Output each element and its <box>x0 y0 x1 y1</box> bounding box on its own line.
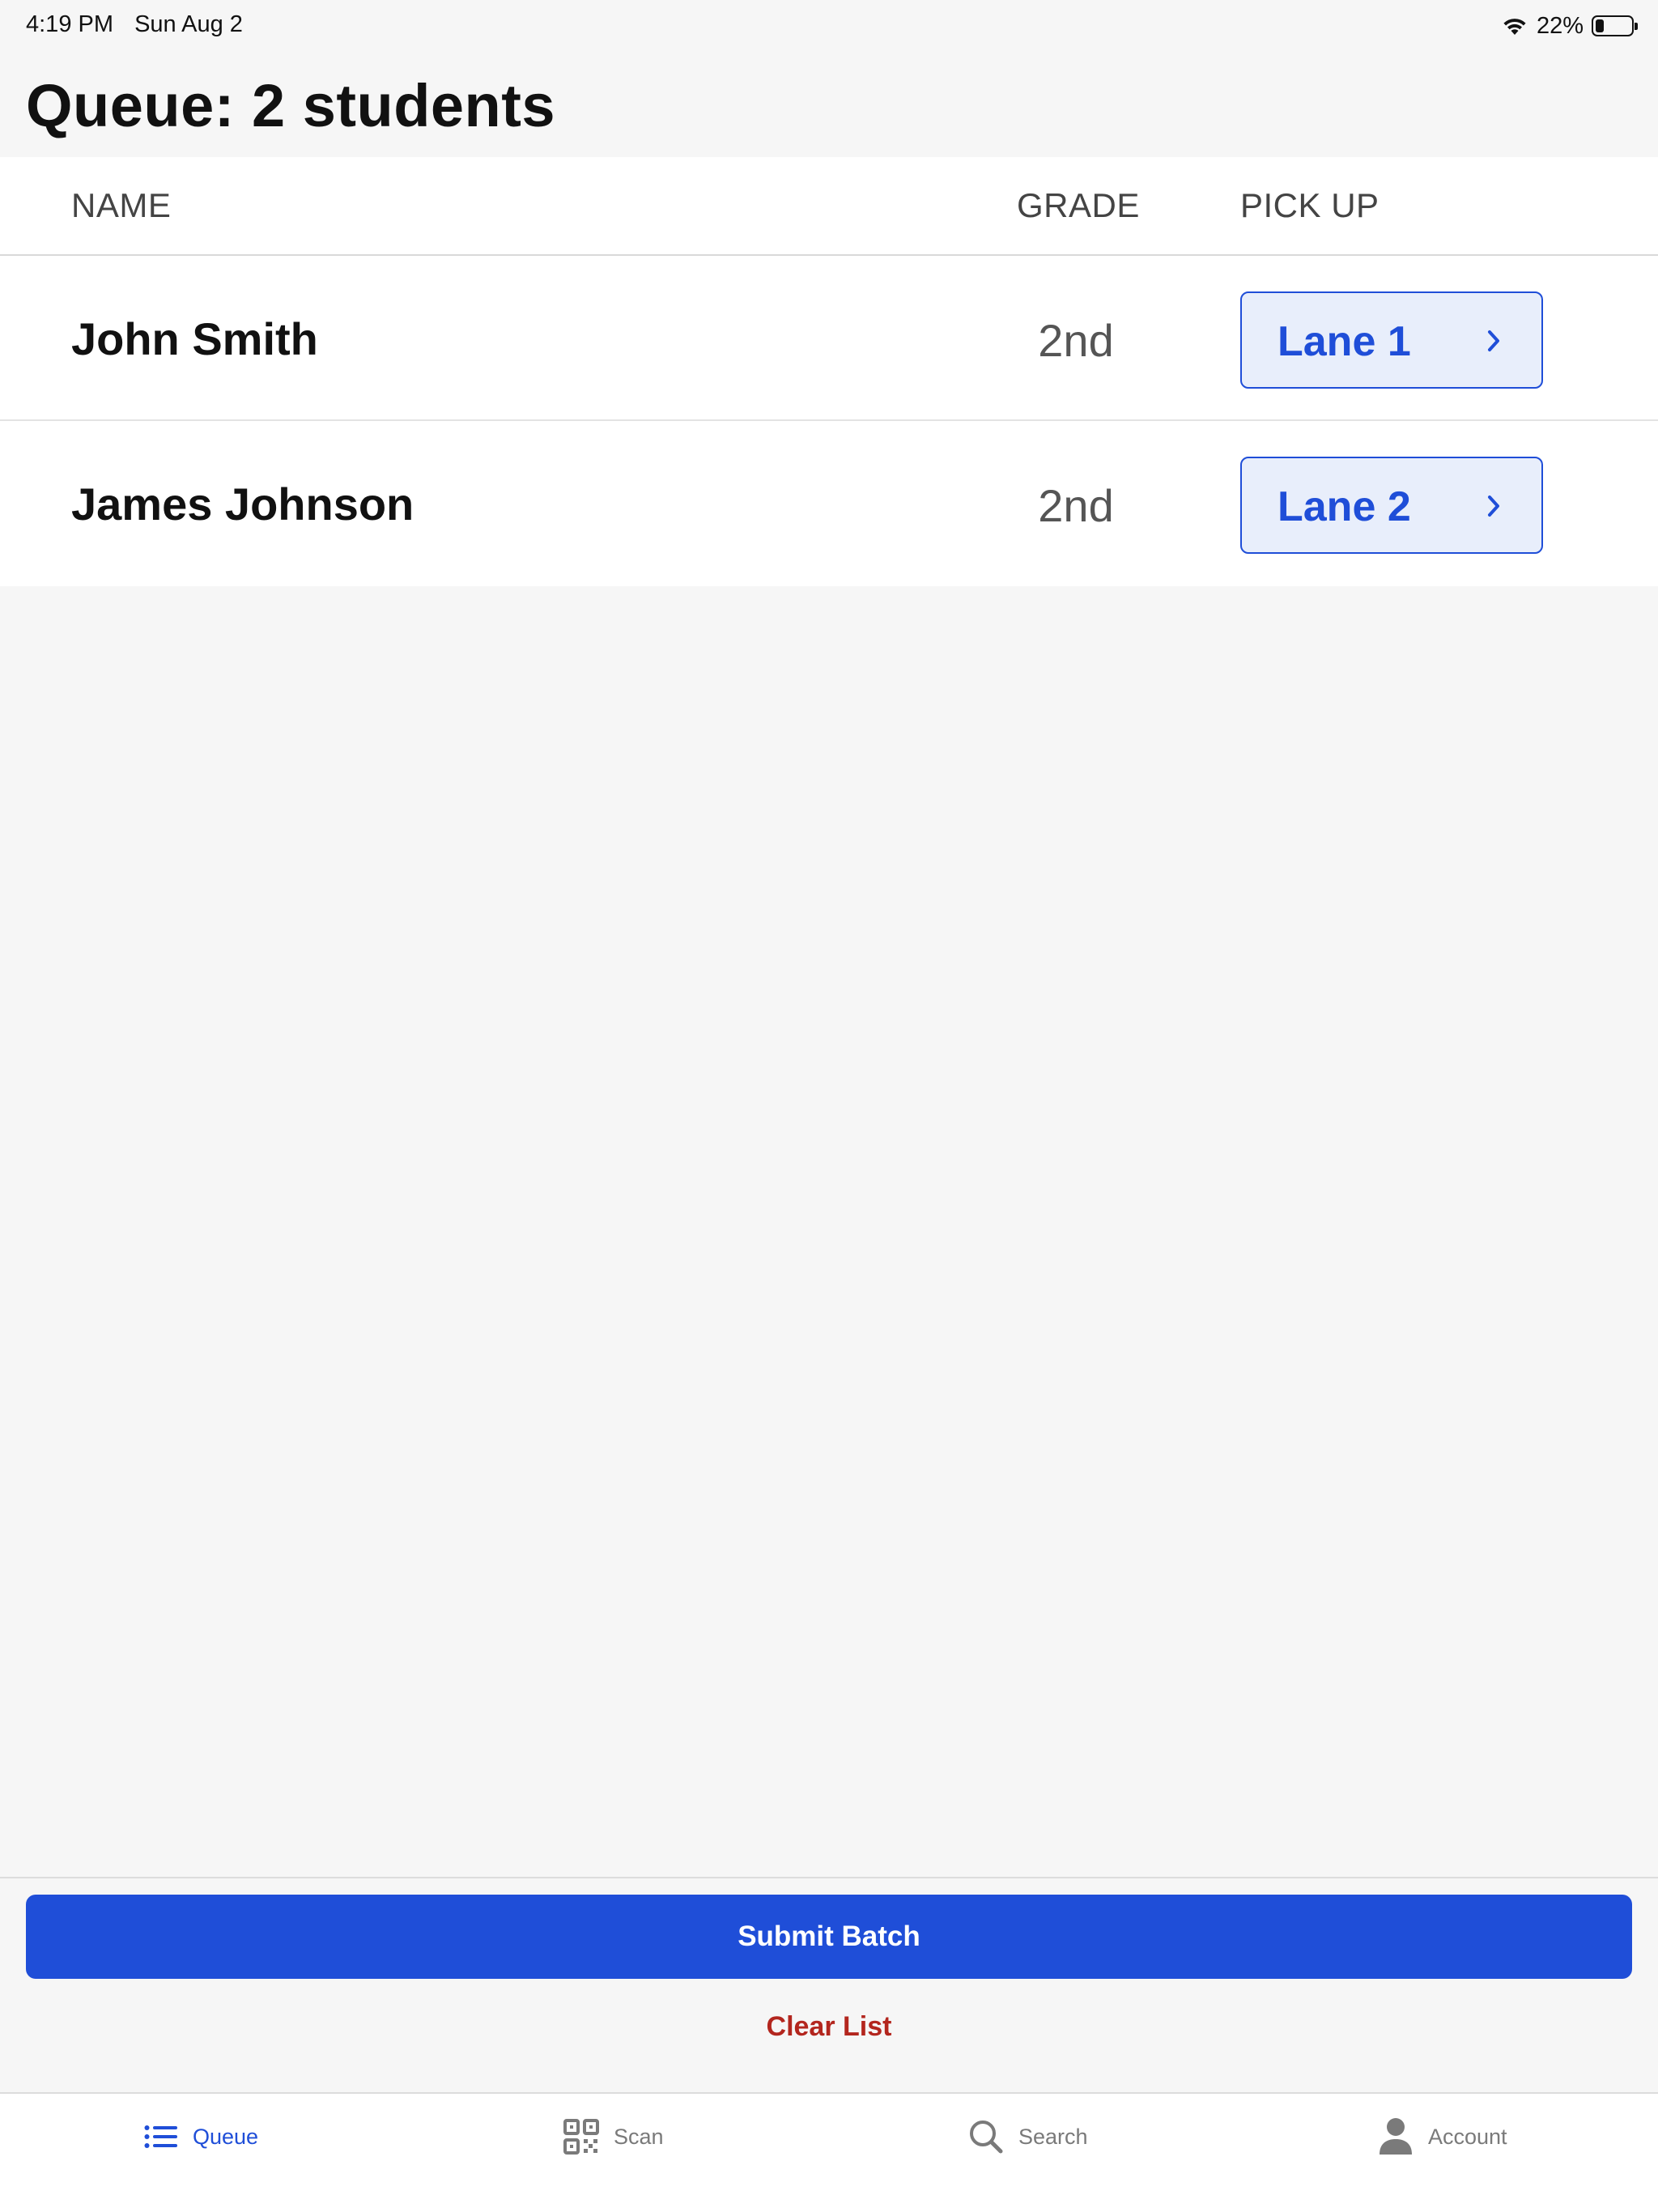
queue-screen: 4:19 PM Sun Aug 2 22% Queue: 2 students … <box>0 0 1658 2212</box>
table-header: NAME GRADE PICK UP <box>0 157 1658 256</box>
submit-batch-button[interactable]: Submit Batch <box>26 1895 1632 1979</box>
battery-icon <box>1592 15 1638 36</box>
table-row: James Johnson 2nd Lane 2 <box>0 421 1658 586</box>
column-header-grade: GRADE <box>1017 186 1140 224</box>
battery-percent: 22% <box>1536 12 1584 39</box>
table-row: John Smith 2nd Lane 1 <box>0 256 1658 421</box>
queue-table: NAME GRADE PICK UP John Smith 2nd Lane 1… <box>0 157 1658 586</box>
search-icon <box>970 2121 1003 2154</box>
tab-scan[interactable]: Scan <box>563 2115 664 2159</box>
list-icon <box>144 2125 177 2148</box>
pickup-lane-button[interactable]: Lane 1 <box>1240 291 1543 389</box>
column-header-pickup: PICK UP <box>1240 186 1380 224</box>
status-right: 22% <box>1501 11 1638 40</box>
battery-level <box>1596 19 1604 32</box>
tab-label: Search <box>1018 2124 1088 2149</box>
wifi-icon <box>1503 19 1526 35</box>
status-bar: 4:19 PM Sun Aug 2 22% <box>0 0 1658 52</box>
tab-label: Queue <box>193 2124 259 2149</box>
chevron-right-icon <box>1488 496 1499 517</box>
pickup-lane-label: Lane 2 <box>1278 483 1411 530</box>
tab-label: Scan <box>614 2124 664 2149</box>
person-icon <box>1380 2118 1412 2155</box>
tab-queue[interactable]: Queue <box>144 2115 258 2159</box>
status-time: 4:19 PM <box>26 11 113 37</box>
student-name: James Johnson <box>71 479 414 530</box>
clear-list-button[interactable]: Clear List <box>0 2011 1658 2043</box>
tab-bar: Queue Scan Search Account <box>0 2092 1658 2212</box>
status-date: Sun Aug 2 <box>134 11 243 37</box>
student-grade: 2nd <box>1038 315 1114 366</box>
tab-account[interactable]: Account <box>1378 2115 1507 2159</box>
column-header-name: NAME <box>71 186 172 224</box>
student-grade: 2nd <box>1038 480 1114 531</box>
qr-code-icon <box>563 2119 599 2155</box>
tab-label: Account <box>1428 2124 1507 2149</box>
pickup-lane-button[interactable]: Lane 2 <box>1240 457 1543 554</box>
tab-search[interactable]: Search <box>968 2115 1088 2159</box>
student-name: John Smith <box>71 313 318 364</box>
status-left: 4:19 PM Sun Aug 2 <box>26 11 257 38</box>
page-title: Queue: 2 students <box>26 72 556 139</box>
chevron-right-icon <box>1488 330 1499 351</box>
actions-divider <box>0 1877 1658 1878</box>
pickup-lane-label: Lane 1 <box>1278 318 1411 365</box>
